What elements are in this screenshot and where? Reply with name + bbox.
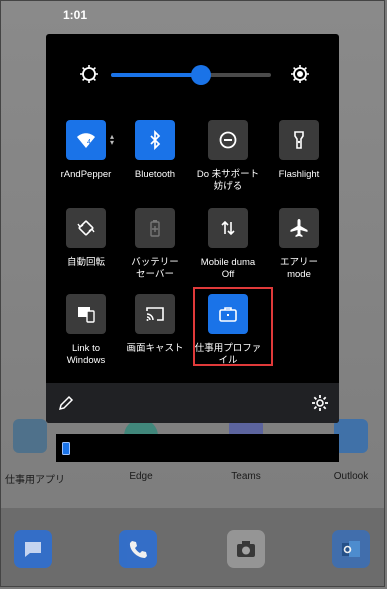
auto-rotate-icon: [77, 220, 95, 236]
tile-label: Flashlight: [278, 169, 320, 180]
status-bar-time: 1:01: [63, 8, 88, 22]
settings-gear-icon[interactable]: [311, 394, 329, 412]
tile-bluetooth-button[interactable]: [135, 120, 175, 160]
brightness-slider-fill: [111, 73, 201, 77]
tile-auto-rotate-button[interactable]: [66, 208, 106, 248]
mobile-data-icon: [221, 220, 235, 236]
phone-notification-icon: [62, 442, 70, 455]
tile-cast-button[interactable]: [135, 294, 175, 334]
app-label: Teams: [231, 471, 261, 482]
tile-do-not-disturb[interactable]: Do 未サポート 妨げる: [192, 120, 264, 193]
airplane-icon: [290, 219, 308, 237]
outlook-icon: [334, 419, 368, 453]
tile-link-to-windows[interactable]: Link to Windows: [50, 294, 122, 367]
wifi-activity-icon: ▴ ▾: [110, 132, 115, 147]
battery-saver-icon: [150, 220, 160, 237]
tile-label: Bluetooth: [134, 169, 176, 180]
brightness-slider[interactable]: [111, 65, 271, 85]
dock-phone[interactable]: [119, 530, 157, 568]
phone-icon: [129, 541, 147, 558]
link-to-windows-icon: [78, 307, 95, 323]
tile-screen-cast[interactable]: 画面キャスト: [119, 294, 191, 355]
tile-label: Mobile duma Off: [200, 257, 256, 280]
tile-label: rAndPepper: [60, 169, 112, 180]
brightness-slider-thumb[interactable]: [190, 65, 211, 85]
tile-mobile-data[interactable]: Mobile duma Off: [192, 208, 264, 281]
tile-auto-rotate[interactable]: 自動回転: [50, 208, 122, 269]
tile-flashlight[interactable]: Flashlight: [263, 120, 335, 181]
tile-battery-saver[interactable]: バッテリー セーバー: [119, 208, 191, 281]
camera-icon: [237, 541, 255, 557]
tile-airplane-button[interactable]: [279, 208, 319, 248]
tile-dnd-button[interactable]: [208, 120, 248, 160]
messages-icon: [25, 542, 41, 557]
tile-airplane-mode[interactable]: エアリー mode: [263, 208, 335, 281]
tile-wifi[interactable]: 4 ▴ ▾ rAndPepper: [50, 120, 122, 181]
tile-battery-saver-button[interactable]: [135, 208, 175, 248]
flashlight-icon: [294, 131, 304, 149]
dock-messages[interactable]: [14, 530, 52, 568]
edit-icon[interactable]: [58, 395, 74, 411]
tile-label: エアリー mode: [279, 257, 318, 280]
notification-strip[interactable]: [56, 434, 339, 462]
tile-bluetooth[interactable]: Bluetooth: [119, 120, 191, 181]
dock: [1, 508, 384, 586]
work-apps-folder-icon: [13, 419, 47, 453]
outlook-icon: [342, 541, 360, 557]
dock-outlook[interactable]: [332, 530, 370, 568]
highlight-box: [193, 287, 273, 366]
app-label: 仕事用アプリ: [5, 475, 65, 486]
quick-settings-panel: 4 ▴ ▾ rAndPepper Bluetooth Do 未サポート 妨げる F…: [46, 34, 339, 423]
brightness-low-icon: [80, 65, 98, 83]
tile-label: Do 未サポート 妨げる: [196, 169, 260, 192]
app-label: Edge: [129, 471, 153, 482]
quick-settings-footer: [46, 383, 339, 423]
brightness-high-icon: [291, 65, 309, 83]
tile-label: 画面キャスト: [126, 343, 184, 354]
tile-label: バッテリー セーバー: [131, 257, 179, 280]
tile-mobile-data-button[interactable]: [208, 208, 248, 248]
tile-label: 自動回転: [66, 257, 105, 268]
svg-text:4: 4: [87, 139, 91, 146]
tile-wifi-button[interactable]: 4 ▴ ▾: [66, 120, 114, 160]
wifi-icon: 4: [77, 133, 95, 148]
screen: 1:01 仕事用アプリ Edge Teams Outlook 4 ▴ ▾ rAn…: [0, 0, 385, 587]
cast-icon: [146, 307, 164, 321]
tile-flashlight-button[interactable]: [279, 120, 319, 160]
do-not-disturb-icon: [219, 131, 237, 149]
tile-label: Link to Windows: [66, 343, 106, 366]
dock-camera[interactable]: [227, 530, 265, 568]
bluetooth-icon: [150, 130, 161, 150]
tile-link-to-windows-button[interactable]: [66, 294, 106, 334]
app-label: Outlook: [333, 471, 369, 482]
brightness-row: [46, 54, 339, 94]
